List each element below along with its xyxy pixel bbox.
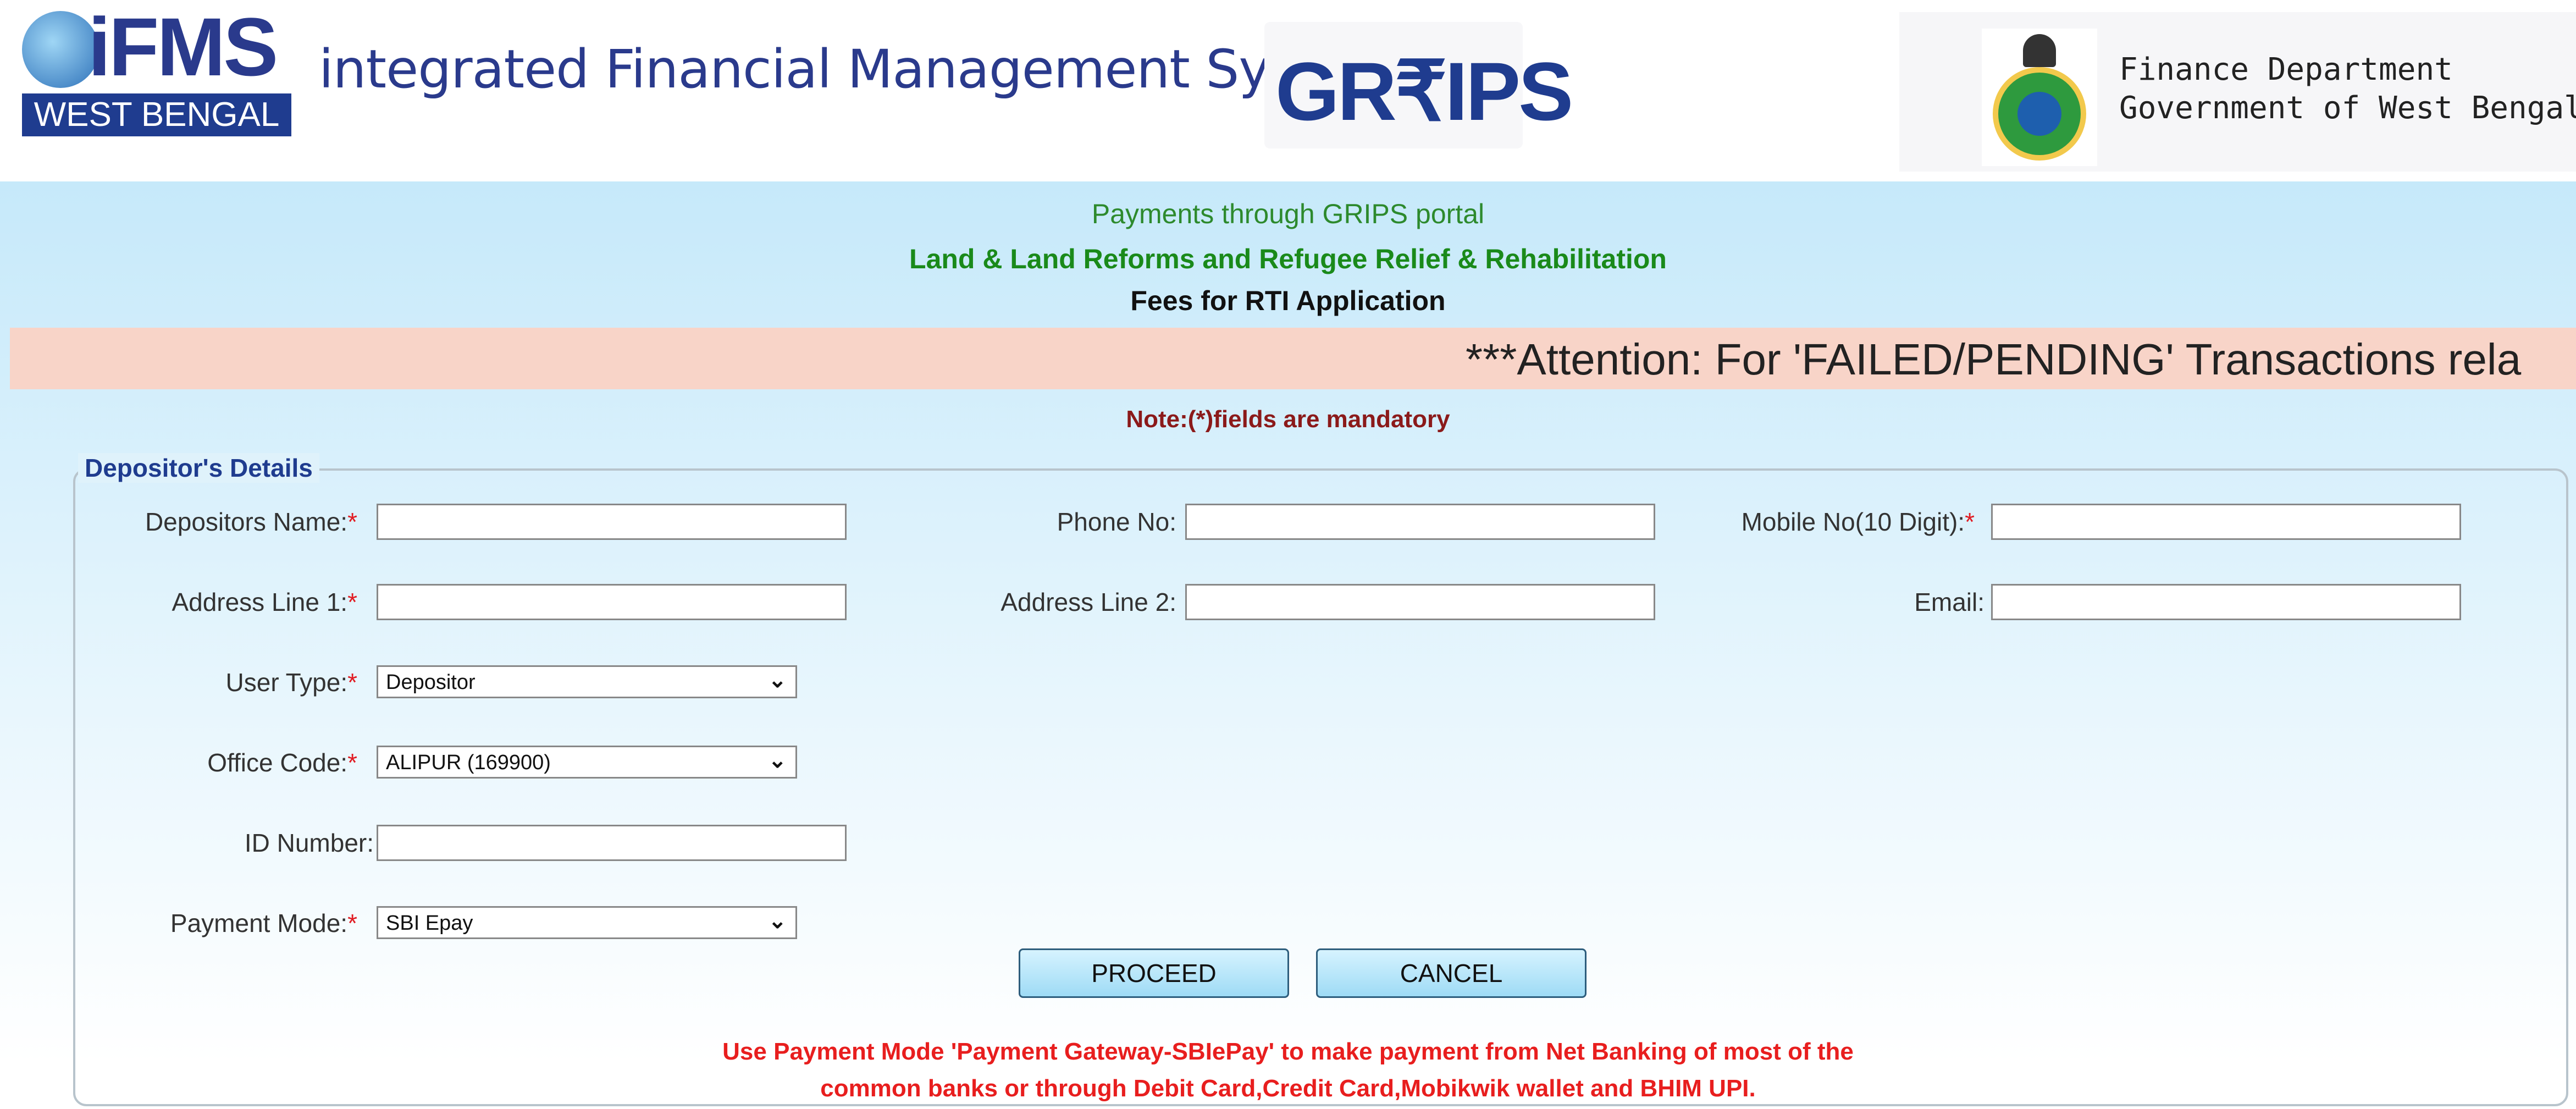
- portal-heading: Payments through GRIPS portal: [1091, 198, 1485, 229]
- user-type-value: Depositor: [386, 671, 476, 694]
- required-mark: *: [1965, 507, 1975, 536]
- address-line1-label: Address Line 1:*: [172, 588, 357, 616]
- payment-mode-value: SBI Epay: [386, 912, 473, 935]
- address-line1-input[interactable]: [377, 584, 847, 620]
- id-number-input[interactable]: [377, 825, 847, 861]
- dropdown-chevron-icon: ⌄: [768, 748, 787, 773]
- proceed-button[interactable]: PROCEED: [1019, 948, 1289, 998]
- state-emblem-icon: [1982, 29, 2097, 166]
- depositors-name-label: Depositors Name:*: [145, 507, 357, 536]
- grips-logo: GR₹IPS: [1264, 22, 1573, 148]
- payment-form-area: Payments through GRIPS portal Land & Lan…: [0, 181, 2576, 1109]
- depositors-name-input[interactable]: [377, 504, 847, 540]
- phone-input[interactable]: [1185, 504, 1655, 540]
- mobile-input[interactable]: [1991, 504, 2461, 540]
- attention-marquee: ***Attention: For 'FAILED/PENDING' Trans…: [10, 328, 2576, 389]
- service-heading: Fees for RTI Application: [1130, 285, 1446, 316]
- payment-info-line-2: common banks or through Debit Card,Credi…: [820, 1075, 1756, 1102]
- office-code-value: ALIPUR (169900): [386, 751, 551, 774]
- ifms-logo: iFMS WEST BENGAL: [22, 1, 291, 136]
- address-line2-input[interactable]: [1185, 584, 1655, 620]
- ifms-logo-text: iFMS: [88, 1, 278, 93]
- dropdown-chevron-icon: ⌄: [768, 909, 787, 933]
- payment-mode-select[interactable]: SBI Epay ⌄: [377, 906, 797, 939]
- email-label: Email:: [1914, 588, 1984, 616]
- id-number-label: ID Number:: [244, 829, 374, 857]
- depositor-details-legend: Depositor's Details: [78, 453, 319, 483]
- dropdown-chevron-icon: ⌄: [768, 668, 787, 692]
- phone-label: Phone No:: [1057, 507, 1176, 536]
- email-input[interactable]: [1991, 584, 2461, 620]
- globe-icon: [22, 11, 99, 88]
- mobile-label: Mobile No(10 Digit):*: [1741, 507, 1975, 536]
- depositor-details-fieldset: [73, 468, 2568, 1106]
- system-title: integrated Financial Management System: [319, 38, 1400, 100]
- required-mark: *: [347, 507, 357, 536]
- ifms-logo-region: WEST BENGAL: [22, 93, 291, 136]
- department-line-1: Finance Department: [2119, 52, 2453, 87]
- office-code-label: Office Code:*: [207, 748, 357, 777]
- grips-logo-text: GR₹IPS: [1275, 45, 1573, 137]
- office-code-select[interactable]: ALIPUR (169900) ⌄: [377, 746, 797, 779]
- cancel-button[interactable]: CANCEL: [1316, 948, 1586, 998]
- payment-mode-label: Payment Mode:*: [170, 909, 357, 937]
- required-mark: *: [347, 588, 357, 616]
- finance-department-banner: Finance Department Government of West Be…: [1899, 12, 2576, 172]
- attention-text: ***Attention: For 'FAILED/PENDING' Trans…: [1466, 335, 2522, 384]
- mandatory-note: Note:(*)fields are mandatory: [1126, 406, 1450, 433]
- payment-info-line-1: Use Payment Mode 'Payment Gateway-SBIePa…: [722, 1038, 1854, 1065]
- department-heading: Land & Land Reforms and Refugee Relief &…: [909, 244, 1667, 274]
- required-mark: *: [347, 668, 357, 697]
- user-type-label: User Type:*: [225, 668, 357, 697]
- required-mark: *: [347, 748, 357, 777]
- required-mark: *: [347, 909, 357, 937]
- department-line-2: Government of West Bengal: [2119, 90, 2576, 126]
- page-header: iFMS WEST BENGAL integrated Financial Ma…: [0, 0, 2576, 181]
- address-line2-label: Address Line 2:: [1000, 588, 1176, 616]
- department-name: Finance Department Government of West Be…: [2119, 51, 2576, 128]
- user-type-select[interactable]: Depositor ⌄: [377, 665, 797, 698]
